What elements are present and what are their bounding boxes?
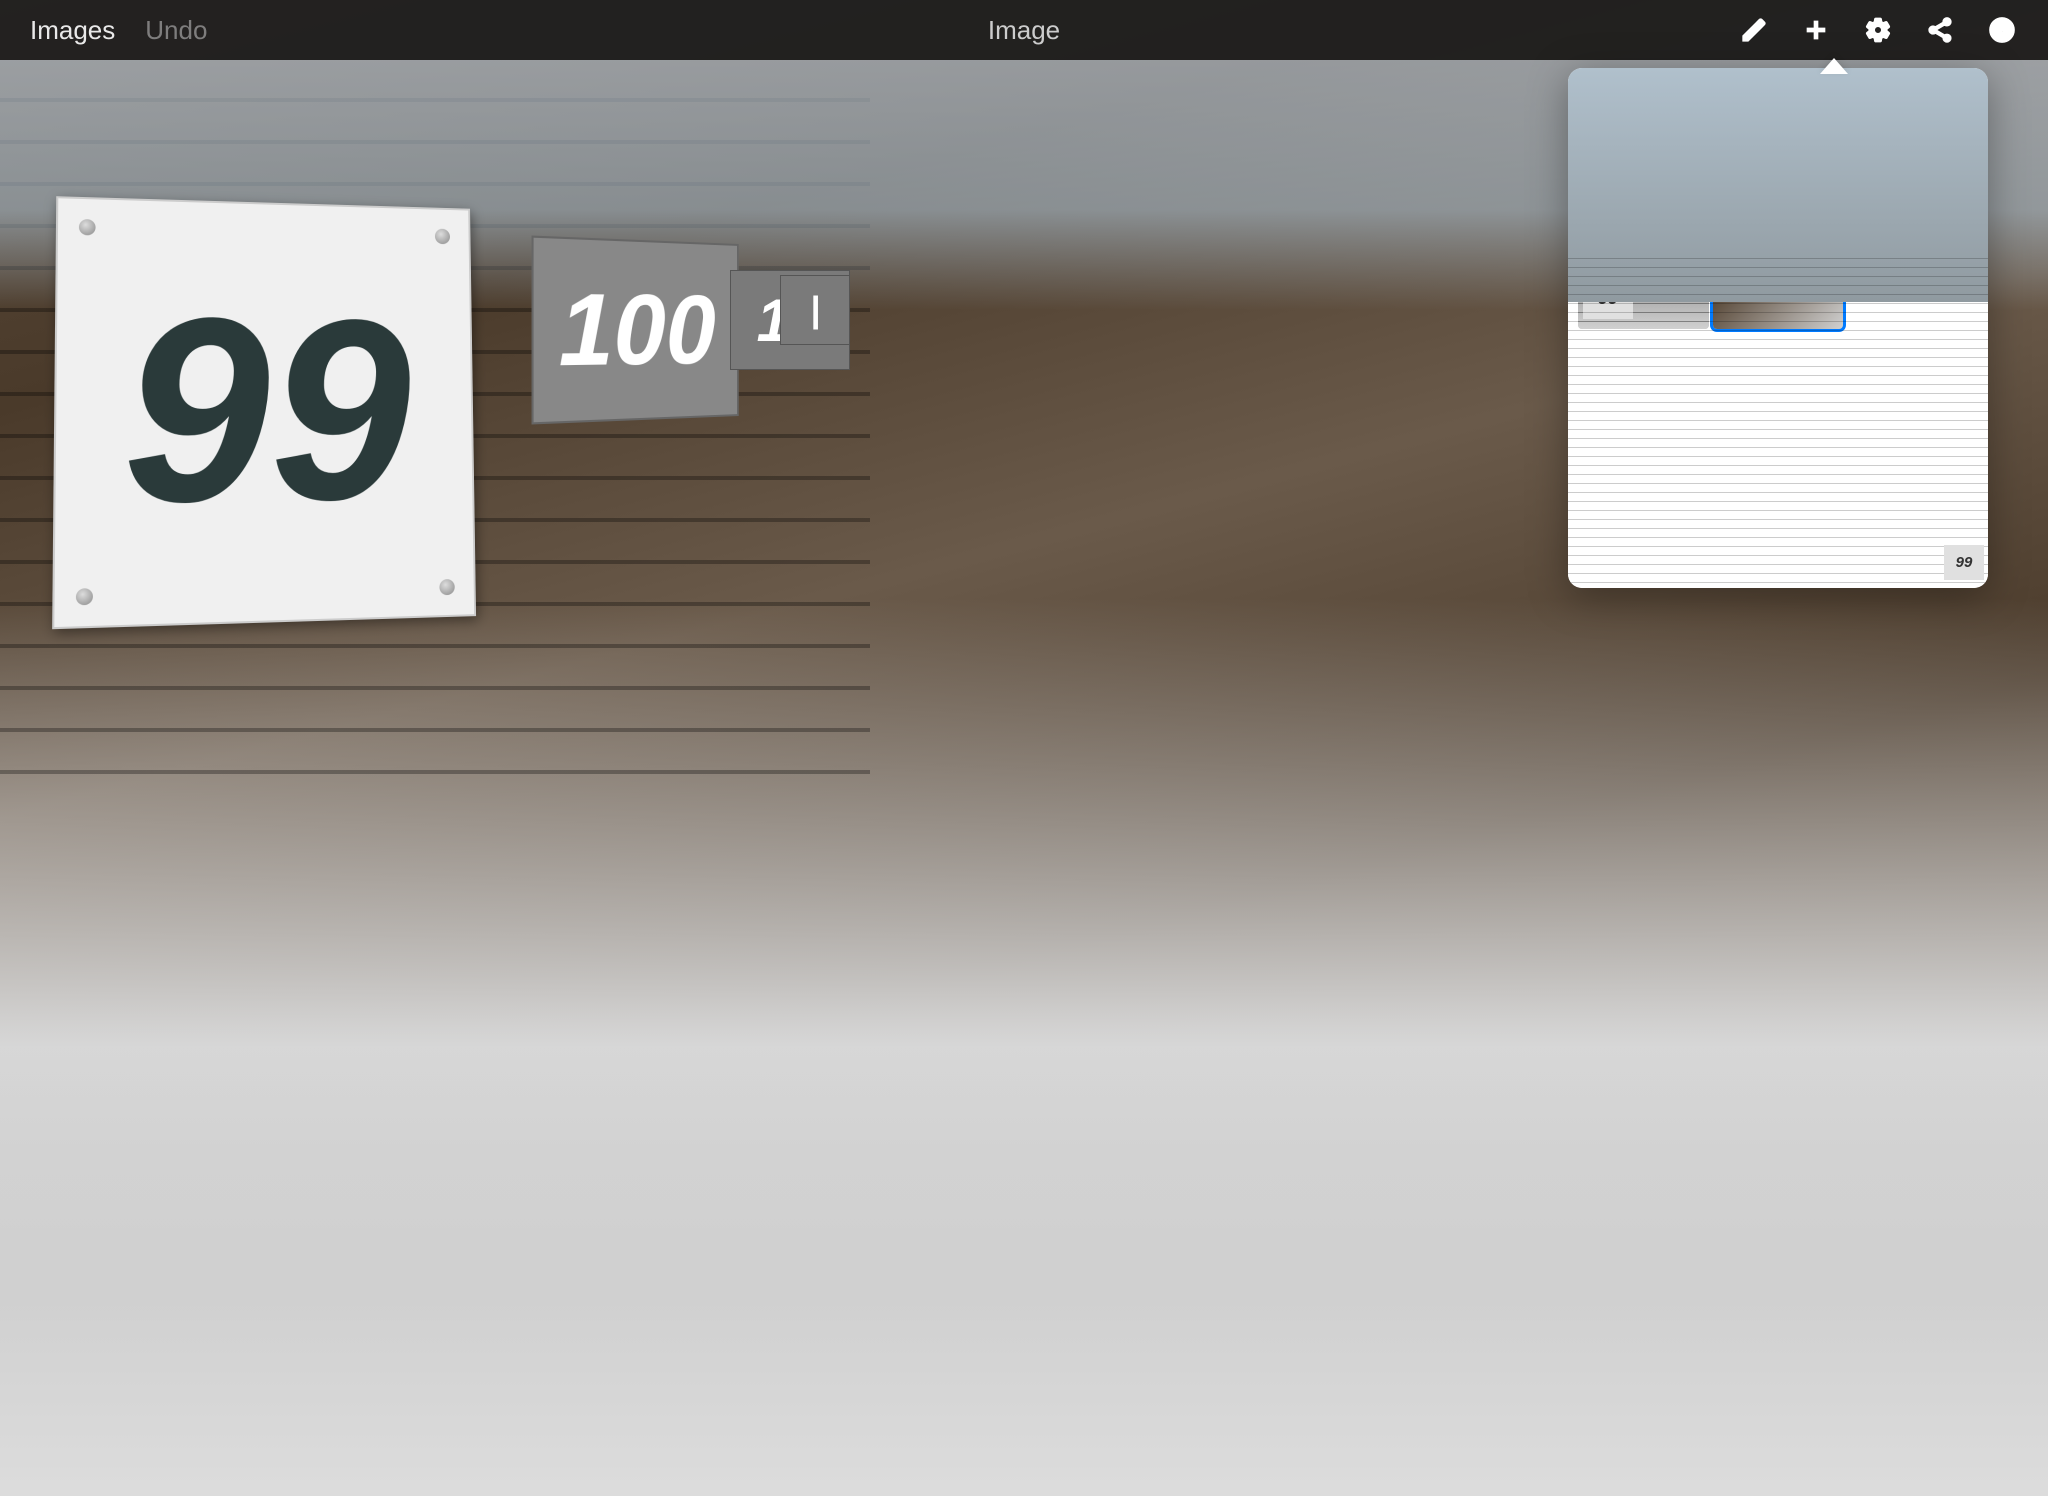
popup-panel: T ‹ Photos Photo Library 99: [1568, 68, 1988, 588]
toolbar-center: Image: [693, 15, 1356, 46]
snow-ground: [0, 996, 2048, 1496]
help-icon[interactable]: [1986, 14, 2018, 46]
settings-icon[interactable]: [1862, 14, 1894, 46]
sign-100: 100: [532, 236, 739, 425]
share-icon[interactable]: [1924, 14, 1956, 46]
images-button[interactable]: Images: [30, 15, 115, 46]
sign-small-number-2: |: [810, 289, 820, 331]
photo-thumbnail-2[interactable]: 99: [1713, 198, 1844, 329]
sign-number-99: 99: [122, 278, 412, 543]
screw-bl: [76, 588, 93, 605]
photo-grid: 99 99: [1568, 188, 1988, 339]
sign-99: 99: [52, 196, 476, 629]
popup-content: 99 99: [1568, 188, 1988, 588]
sign-small-2: |: [780, 275, 850, 345]
toolbar-left: Images Undo: [30, 15, 693, 46]
popup-arrow: [1820, 58, 1848, 74]
toolbar-title: Image: [988, 15, 1060, 46]
toolbar: Images Undo Image: [0, 0, 2048, 60]
toolbar-right: [1355, 14, 2018, 46]
sign-number-100: 100: [559, 270, 716, 389]
undo-button[interactable]: Undo: [145, 15, 207, 46]
screw-tl: [79, 219, 96, 236]
screw-br: [439, 579, 454, 595]
paintbrush-icon[interactable]: [1738, 14, 1770, 46]
sign-100-area: 100: [532, 236, 739, 425]
thumb-image-2: 99: [1713, 198, 1844, 329]
screw-tr: [435, 229, 450, 245]
add-icon[interactable]: [1800, 14, 1832, 46]
